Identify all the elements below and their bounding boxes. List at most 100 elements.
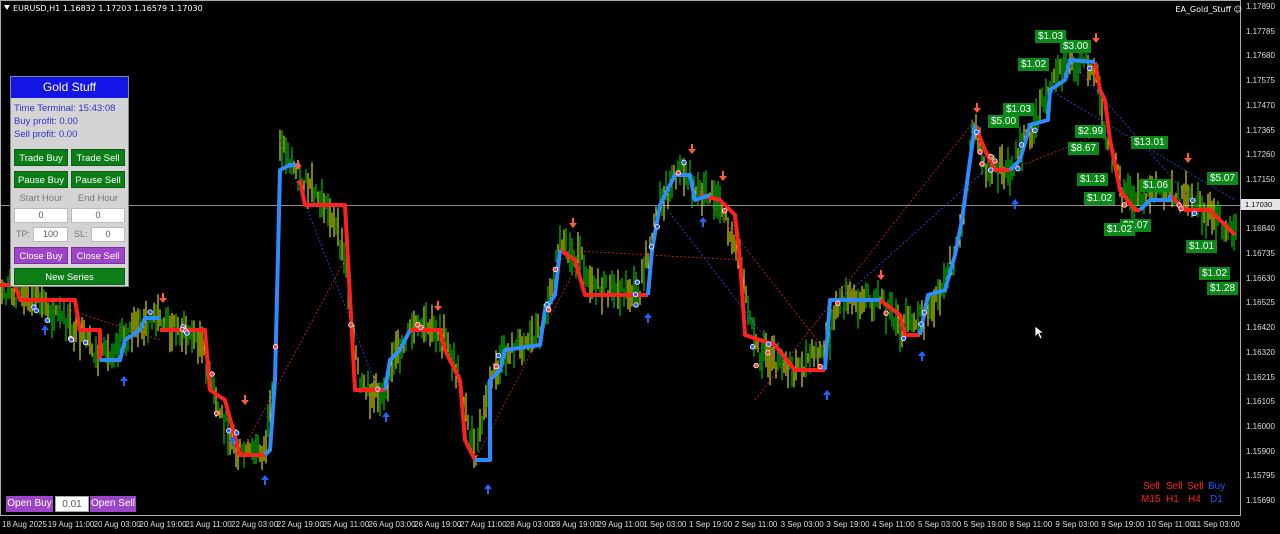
price-tick-label: 1.17150 <box>1246 174 1275 184</box>
buy-arrow-icon <box>484 484 492 494</box>
order-marker <box>33 307 40 314</box>
order-marker <box>835 300 841 306</box>
price-tick-label: 1.16840 <box>1246 224 1275 234</box>
time-tick-label: 22 Aug 19:00 <box>276 520 324 529</box>
open-sell-button[interactable]: Open Sell <box>90 496 136 512</box>
order-marker <box>632 291 639 298</box>
order-marker <box>921 309 928 316</box>
buy-arrow-icon <box>1011 199 1019 209</box>
trade-buy-button[interactable]: Trade Buy <box>14 149 68 166</box>
time-tick-label: 5 Sep 19:00 <box>963 520 1007 529</box>
end-hour-input[interactable]: 0 <box>71 208 125 223</box>
profit-tag: $1.02 <box>1018 58 1050 71</box>
buy-arrow-icon <box>261 475 269 485</box>
pause-sell-button[interactable]: Pause Sell <box>71 171 125 188</box>
signal-h4: Sell <box>1187 481 1204 492</box>
timeframe-h4: H4 <box>1188 494 1201 505</box>
time-tick-label: 28 Aug 03:00 <box>505 520 553 529</box>
order-marker <box>545 306 552 313</box>
order-marker <box>1015 166 1021 172</box>
sell-arrow-icon <box>294 160 302 170</box>
buy-arrow-icon <box>644 313 652 323</box>
order-marker <box>648 244 655 250</box>
timeframe-h1: H1 <box>1166 494 1179 505</box>
uptrend-line <box>475 249 562 462</box>
uptrend-line <box>918 124 977 336</box>
order-marker <box>817 363 823 370</box>
order-marker <box>495 352 502 359</box>
gold-stuff-panel: Gold Stuff Time Terminal: 15:43:08 Buy p… <box>10 76 129 287</box>
timeframe-d1: D1 <box>1210 494 1223 505</box>
price-tick-label: 1.15900 <box>1246 446 1275 456</box>
time-tick-label: 3 Sep 19:00 <box>826 520 870 529</box>
buy-arrow-icon <box>918 351 926 361</box>
order-marker <box>415 322 421 328</box>
profit-tag: $1.02 <box>1084 192 1116 205</box>
symbol-info: EURUSD,H1 1.16832 1.17203 1.16579 1.1703… <box>4 4 203 13</box>
trade-link-line <box>754 119 976 401</box>
order-marker <box>1121 202 1128 208</box>
trade-link-line <box>839 169 986 301</box>
chart-menu-icon[interactable] <box>4 5 10 10</box>
price-tick-label: 1.16735 <box>1246 249 1275 258</box>
buy-arrow-icon <box>120 376 128 386</box>
profit-tag: $8.67 <box>1068 142 1100 155</box>
tp-input[interactable]: 100 <box>33 227 68 242</box>
sell-arrow-icon <box>877 270 885 280</box>
sell-arrow-icon <box>434 301 442 311</box>
profit-tag: $3.00 <box>1060 40 1092 53</box>
close-buy-button[interactable]: Close Buy <box>14 247 68 264</box>
order-marker <box>883 310 889 316</box>
time-tick-label: 29 Aug 11:00 <box>597 520 644 529</box>
start-hour-label: Start Hour <box>19 193 63 204</box>
pause-buy-button[interactable]: Pause Buy <box>14 171 68 188</box>
time-tick-label: 20 Aug 03:00 <box>93 520 141 529</box>
buy-arrow-icon <box>382 412 390 422</box>
profit-tag: $1.02 <box>1199 267 1231 280</box>
sell-arrow-icon <box>719 171 727 181</box>
sell-arrow-icon <box>1184 153 1192 163</box>
downtrend-line <box>160 328 265 457</box>
order-marker <box>1191 210 1198 217</box>
sell-arrow-icon <box>688 144 696 154</box>
price-tick-label: 1.17890 <box>1246 2 1275 11</box>
order-marker <box>213 410 220 417</box>
trade-link-line <box>239 259 346 456</box>
trade-sell-button[interactable]: Trade Sell <box>71 149 125 166</box>
price-tick-label: 1.16525 <box>1246 298 1275 308</box>
order-marker <box>633 302 639 308</box>
time-tick-label: 22 Aug 03:00 <box>231 520 279 529</box>
order-marker <box>681 159 687 166</box>
order-marker <box>209 371 215 377</box>
order-marker <box>348 322 354 328</box>
time-tick-label: 27 Aug 11:00 <box>460 520 507 529</box>
profit-tag: $5.00 <box>988 115 1020 128</box>
order-marker <box>552 266 559 273</box>
sl-input[interactable]: 0 <box>91 227 125 242</box>
uptrend-line <box>646 173 711 296</box>
time-tick-label: 28 Aug 19:00 <box>551 520 599 529</box>
close-sell-button[interactable]: Close Sell <box>71 247 125 264</box>
lot-size-input[interactable]: 0.01 <box>55 496 89 512</box>
time-tick-label: 3 Sep 03:00 <box>780 520 824 529</box>
new-series-button[interactable]: New Series <box>14 268 125 285</box>
start-hour-input[interactable]: 0 <box>14 208 68 223</box>
price-chart[interactable] <box>0 0 1280 534</box>
buy-arrow-icon <box>41 325 49 335</box>
time-tick-label: 11 Sep 03:00 <box>1192 520 1240 529</box>
price-tick-label: 1.15690 <box>1246 496 1275 505</box>
current-price-label: 1.17030 <box>1241 199 1280 210</box>
order-marker <box>544 301 550 308</box>
trade-link-line <box>279 139 381 396</box>
order-marker <box>765 341 772 347</box>
symbol-info-text: EURUSD,H1 1.16832 1.17203 1.16579 1.1703… <box>13 4 203 13</box>
order-marker <box>1032 127 1038 134</box>
order-marker <box>82 339 89 346</box>
open-buy-button[interactable]: Open Buy <box>6 496 53 512</box>
ea-name-label: EA_Gold_Stuff ☺ <box>1175 5 1242 14</box>
order-marker <box>675 170 681 176</box>
order-marker <box>1018 142 1025 148</box>
smiley-icon[interactable]: ☺ <box>1234 5 1242 14</box>
time-tick-label: 2 Sep 11:00 <box>734 520 778 529</box>
order-marker <box>1189 197 1196 204</box>
